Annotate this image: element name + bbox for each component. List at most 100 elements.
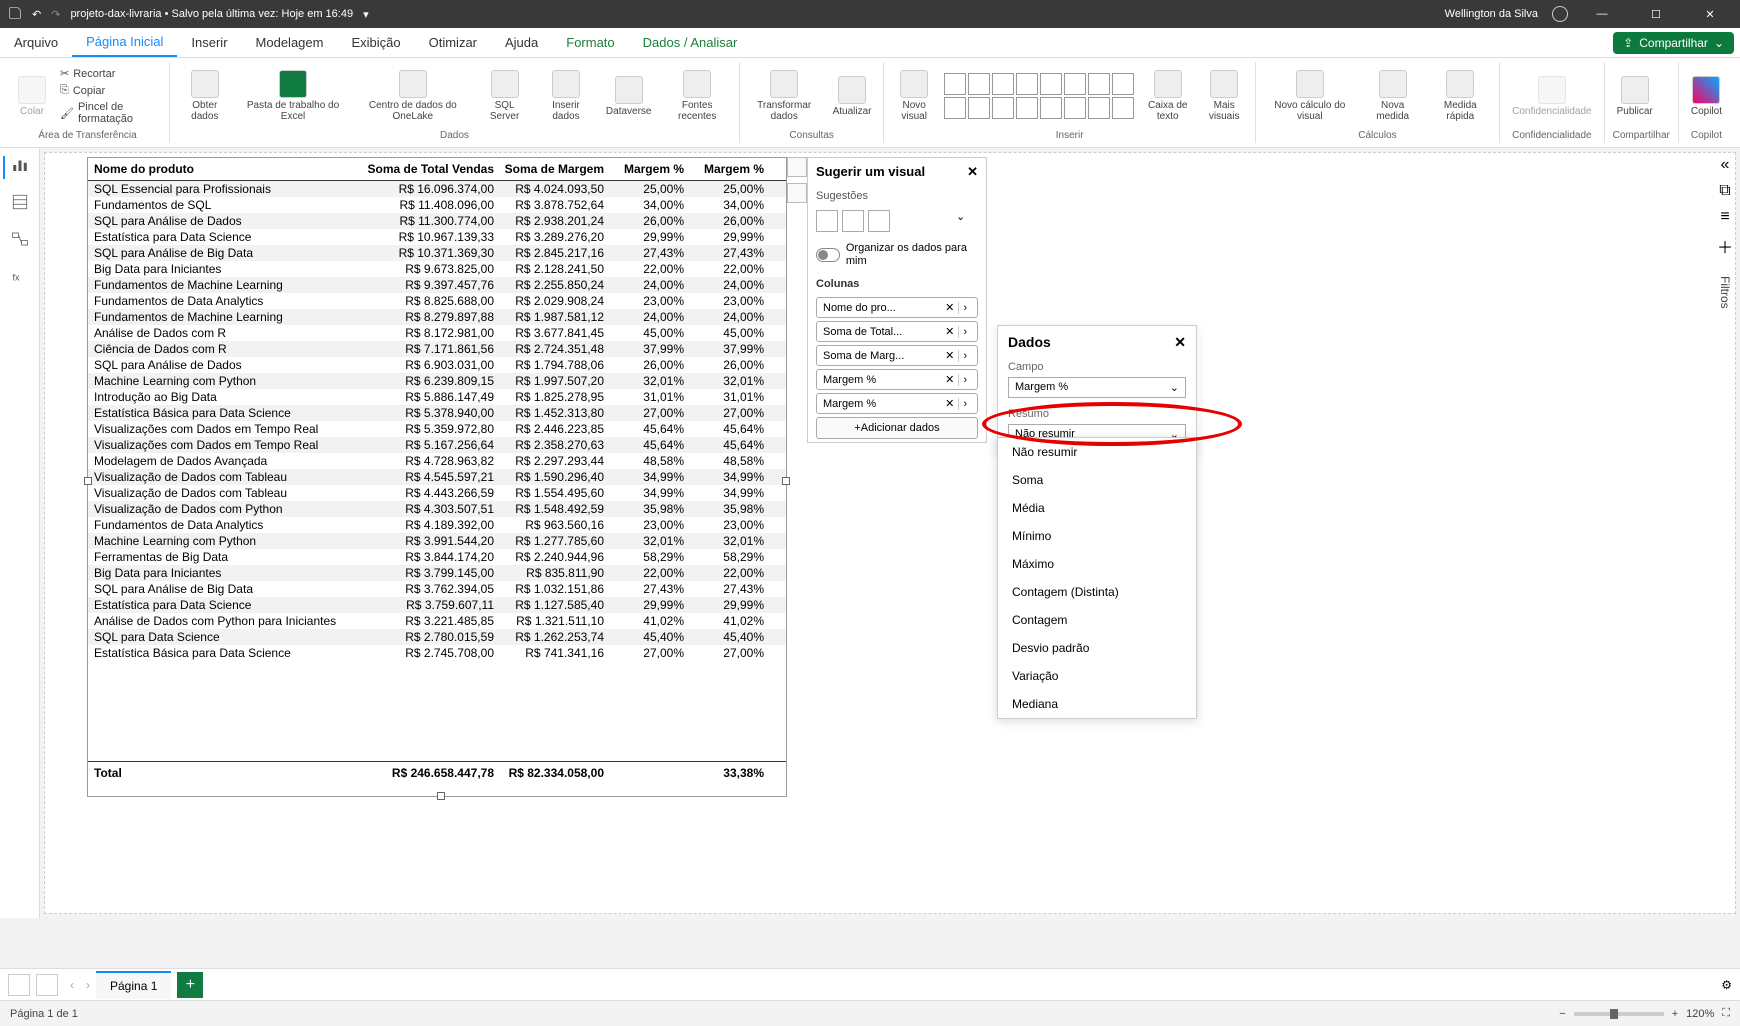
summarize-option[interactable]: Contagem (Distinta) [998, 578, 1196, 606]
table-row[interactable]: SQL para Análise de Big DataR$ 3.762.394… [88, 581, 786, 597]
tab-pagina-inicial[interactable]: Página Inicial [72, 28, 177, 57]
table-row[interactable]: Fundamentos de Data AnalyticsR$ 4.189.39… [88, 517, 786, 533]
transform-data-button[interactable]: Transformar dados [748, 68, 821, 124]
filters-collapsed-pane[interactable]: « ⧉ ≡ ＋ Filtros [1710, 150, 1740, 309]
minimize-button[interactable]: — [1582, 0, 1622, 28]
copilot-button[interactable]: Copilot [1687, 74, 1726, 119]
field-pill[interactable]: Nome do pro...✕› [816, 297, 978, 318]
remove-icon[interactable]: ✕ [941, 373, 958, 386]
dropdown-icon[interactable]: ▾ [363, 8, 369, 21]
more-visuals-button[interactable]: Mais visuais [1202, 68, 1247, 124]
organize-toggle[interactable] [816, 248, 840, 262]
table-row[interactable]: Fundamentos de SQLR$ 11.408.096,00R$ 3.8… [88, 197, 786, 213]
summarize-option[interactable]: Contagem [998, 606, 1196, 634]
next-page-button[interactable]: › [80, 978, 96, 992]
close-icon[interactable]: ✕ [1174, 334, 1186, 351]
new-measure-button[interactable]: Nova medida [1364, 68, 1422, 124]
table-row[interactable]: Machine Learning com PythonR$ 6.239.809,… [88, 373, 786, 389]
summarize-menu[interactable]: Não resumirSomaMédiaMínimoMáximoContagem… [997, 437, 1197, 719]
summarize-option[interactable]: Média [998, 494, 1196, 522]
zoom-slider[interactable] [1574, 1012, 1664, 1016]
chevron-right-icon[interactable]: › [958, 398, 971, 410]
tab-otimizar[interactable]: Otimizar [415, 29, 491, 56]
redo-icon[interactable]: ↷ [51, 8, 60, 21]
dataverse-button[interactable]: Dataverse [602, 74, 656, 119]
close-icon[interactable]: ✕ [967, 164, 978, 180]
chevron-right-icon[interactable]: › [958, 302, 971, 314]
close-button[interactable]: ✕ [1690, 0, 1730, 28]
table-row[interactable]: Big Data para IniciantesR$ 9.673.825,00R… [88, 261, 786, 277]
summarize-option[interactable]: Máximo [998, 550, 1196, 578]
excel-workbook-button[interactable]: Pasta de trabalho do Excel [240, 68, 347, 124]
sensitivity-button[interactable]: Confidencialidade [1508, 74, 1596, 119]
table-row[interactable]: Introdução ao Big DataR$ 5.886.147,49R$ … [88, 389, 786, 405]
chevron-right-icon[interactable]: › [958, 374, 971, 386]
enter-data-button[interactable]: Inserir dados [538, 68, 594, 124]
zoom-out-button[interactable]: − [1559, 1008, 1565, 1020]
cut-button[interactable]: ✂ Recortar [58, 66, 161, 81]
table-row[interactable]: Visualizações com Dados em Tempo RealR$ … [88, 421, 786, 437]
visual-header-chart-icon[interactable] [787, 157, 807, 177]
column-header[interactable]: Margem % [684, 162, 764, 176]
column-header[interactable]: Soma de Total Vendas [364, 162, 494, 176]
chevron-left-icon[interactable]: « [1721, 156, 1730, 174]
table-row[interactable]: Estatística para Data ScienceR$ 10.967.1… [88, 229, 786, 245]
tab-arquivo[interactable]: Arquivo [0, 29, 72, 56]
desktop-view-icon[interactable] [8, 974, 30, 996]
field-pill[interactable]: Margem %✕› [816, 393, 978, 414]
table-row[interactable]: Modelagem de Dados AvançadaR$ 4.728.963,… [88, 453, 786, 469]
table-row[interactable]: Big Data para IniciantesR$ 3.799.145,00R… [88, 565, 786, 581]
table-row[interactable]: Ciência de Dados com RR$ 7.171.861,56R$ … [88, 341, 786, 357]
settings-icon[interactable]: ⚙ [1721, 978, 1732, 992]
table-row[interactable]: Fundamentos de Data AnalyticsR$ 8.825.68… [88, 293, 786, 309]
summarize-option[interactable]: Desvio padrão [998, 634, 1196, 662]
table-row[interactable]: Machine Learning com PythonR$ 3.991.544,… [88, 533, 786, 549]
suggest-table-icon[interactable] [816, 210, 838, 232]
copy-button[interactable]: ⎘ Copiar [58, 83, 161, 98]
prev-page-button[interactable]: ‹ [64, 978, 80, 992]
table-row[interactable]: Estatística Básica para Data ScienceR$ 2… [88, 645, 786, 661]
table-row[interactable]: SQL para Análise de Big DataR$ 10.371.36… [88, 245, 786, 261]
column-header[interactable]: Nome do produto [94, 162, 364, 176]
summarize-option[interactable]: Não resumir [998, 438, 1196, 466]
table-row[interactable]: Ferramentas de Big DataR$ 3.844.174,20R$… [88, 549, 786, 565]
share-button[interactable]: ⇪ Compartilhar ⌄ [1613, 32, 1734, 54]
tab-exibicao[interactable]: Exibição [337, 29, 414, 56]
undo-icon[interactable]: ↶ [32, 8, 41, 21]
onelake-button[interactable]: Centro de dados do OneLake [355, 68, 472, 124]
zoom-in-button[interactable]: + [1672, 1008, 1678, 1020]
column-header[interactable]: Margem % [604, 162, 684, 176]
table-row[interactable]: Visualização de Dados com TableauR$ 4.44… [88, 485, 786, 501]
field-pill[interactable]: Soma de Marg...✕› [816, 345, 978, 366]
publish-button[interactable]: Publicar [1613, 74, 1657, 119]
summarize-option[interactable]: Soma [998, 466, 1196, 494]
summarize-option[interactable]: Variação [998, 662, 1196, 690]
table-row[interactable]: SQL para Análise de DadosR$ 11.300.774,0… [88, 213, 786, 229]
table-row[interactable]: SQL para Data ScienceR$ 2.780.015,59R$ 1… [88, 629, 786, 645]
column-header[interactable]: Soma de Margem [494, 162, 604, 176]
remove-icon[interactable]: ✕ [941, 349, 958, 362]
format-painter-button[interactable]: 🖌 Pincel de formatação [58, 100, 161, 126]
table-row[interactable]: Visualização de Dados com PythonR$ 4.303… [88, 501, 786, 517]
table-row[interactable]: SQL para Análise de DadosR$ 6.903.031,00… [88, 357, 786, 373]
chevron-right-icon[interactable]: › [958, 350, 971, 362]
page-tab-1[interactable]: Página 1 [96, 971, 171, 999]
suggest-matrix-icon[interactable] [842, 210, 864, 232]
add-data-button[interactable]: +Adicionar dados [816, 417, 978, 439]
new-visual-button[interactable]: Novo visual [892, 68, 935, 124]
report-canvas[interactable]: Nome do produtoSoma de Total VendasSoma … [44, 152, 1736, 914]
fit-page-button[interactable]: ⛶ [1722, 1007, 1730, 1020]
summarize-option[interactable]: Mínimo [998, 522, 1196, 550]
table-row[interactable]: Visualizações com Dados em Tempo RealR$ … [88, 437, 786, 453]
tab-ajuda[interactable]: Ajuda [491, 29, 552, 56]
remove-icon[interactable]: ✕ [941, 325, 958, 338]
tab-dados-analisar[interactable]: Dados / Analisar [629, 29, 752, 56]
visual-header-analyze-icon[interactable] [787, 183, 807, 203]
table-view-icon[interactable] [11, 193, 29, 216]
model-view-icon[interactable] [11, 230, 29, 253]
table-row[interactable]: Visualização de Dados com TableauR$ 4.54… [88, 469, 786, 485]
tab-formato[interactable]: Formato [552, 29, 628, 56]
suggest-scatter-icon[interactable] [868, 210, 890, 232]
quick-measure-button[interactable]: Medida rápida [1430, 68, 1492, 124]
field-pill[interactable]: Soma de Total...✕› [816, 321, 978, 342]
